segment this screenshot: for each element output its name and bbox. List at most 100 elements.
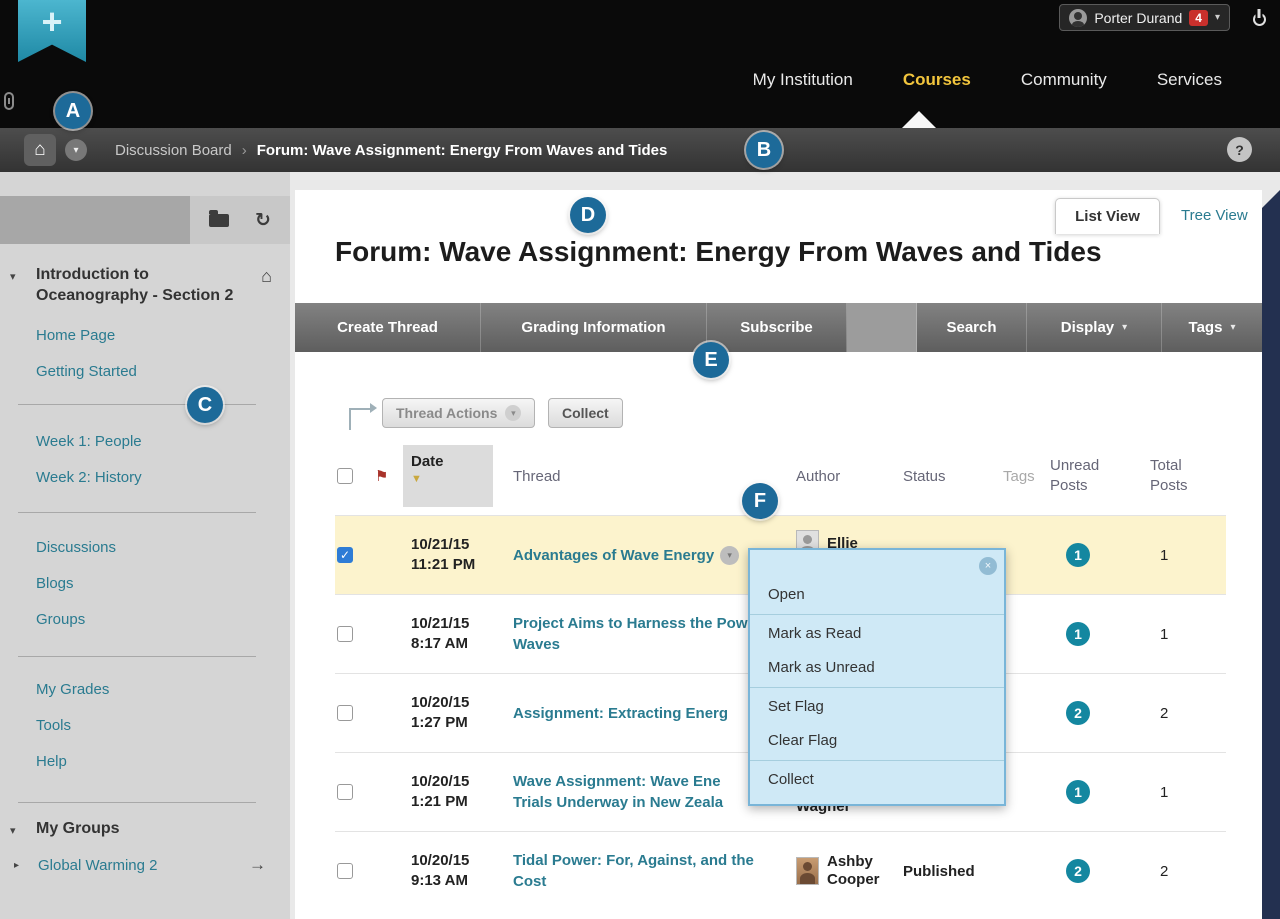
collapse-icon[interactable]: ▾ bbox=[10, 824, 16, 837]
user-menu[interactable]: Porter Durand 4 ▾ bbox=[1059, 4, 1230, 31]
thread-link[interactable]: Assignment: Extracting Energ bbox=[513, 705, 728, 722]
tree-view-tab[interactable]: Tree View bbox=[1181, 207, 1248, 224]
thread-link[interactable]: Tidal Power: For, Against, and the Cost bbox=[513, 852, 754, 890]
group-link-label[interactable]: Global Warming 2 bbox=[38, 857, 158, 874]
row-checkbox[interactable] bbox=[337, 784, 353, 800]
annotation-d: D bbox=[570, 197, 606, 233]
chevron-down-icon: ▾ bbox=[1122, 322, 1127, 333]
row-checkbox[interactable] bbox=[337, 863, 353, 879]
refresh-icon[interactable]: ↻ bbox=[255, 211, 271, 230]
thread-link[interactable]: Project Aims to Harness the Power of Wav… bbox=[513, 615, 780, 653]
total-posts-count: 1 bbox=[1160, 547, 1226, 564]
menu-item-set-flag[interactable]: Set Flag bbox=[750, 690, 1004, 724]
author-column-header[interactable]: Author bbox=[796, 468, 903, 485]
sidebar-item-home-page[interactable]: Home Page bbox=[36, 318, 137, 354]
arrow-right-icon[interactable]: → bbox=[249, 855, 266, 875]
tab-courses[interactable]: Courses bbox=[903, 70, 971, 90]
thread-link[interactable]: Advantages of Wave Energy bbox=[513, 547, 714, 564]
thread-date: 10/20/15 bbox=[411, 772, 503, 792]
sidebar-group-4: My Grades Tools Help bbox=[36, 672, 109, 780]
collect-button[interactable]: Collect bbox=[548, 398, 623, 428]
thread-actions-button[interactable]: Thread Actions ▾ bbox=[382, 398, 535, 428]
sidebar-item-groups[interactable]: Groups bbox=[36, 602, 116, 638]
home-icon: ⌂ bbox=[34, 139, 45, 161]
author-avatar bbox=[796, 857, 819, 885]
thread-date: 10/21/15 bbox=[411, 535, 503, 555]
annotation-e: E bbox=[693, 342, 729, 378]
sidebar-toolbar: ↻ bbox=[190, 196, 290, 244]
blackboard-app: + Porter Durand 4 ▾ My Institution Cours… bbox=[0, 0, 1280, 919]
unread-posts-badge[interactable]: 1 bbox=[1066, 543, 1090, 567]
sidebar-item-global-warming-2[interactable]: ▸ Global Warming 2 → bbox=[0, 850, 290, 884]
unread-posts-badge[interactable]: 2 bbox=[1066, 859, 1090, 883]
sidebar-divider bbox=[18, 512, 256, 513]
row-checkbox[interactable] bbox=[337, 547, 353, 563]
tab-community[interactable]: Community bbox=[1021, 70, 1107, 90]
date-column-header[interactable]: Date ▼ bbox=[403, 445, 493, 507]
thread-column-header[interactable]: Thread bbox=[503, 468, 796, 485]
course-title: Introduction to Oceanography - Section 2 bbox=[36, 264, 236, 306]
row-checkbox[interactable] bbox=[337, 626, 353, 642]
top-nav-tabs: My Institution Courses Community Service… bbox=[753, 70, 1222, 90]
display-dropdown[interactable]: Display ▾ bbox=[1027, 303, 1162, 352]
sidebar-item-tools[interactable]: Tools bbox=[36, 708, 109, 744]
total-posts-column-header[interactable]: Total Posts bbox=[1150, 456, 1226, 496]
menu-item-mark-as-read[interactable]: Mark as Read bbox=[750, 617, 1004, 651]
select-all-elbow-arrow-icon bbox=[349, 408, 371, 430]
total-posts-count: 1 bbox=[1160, 784, 1226, 801]
row-checkbox[interactable] bbox=[337, 705, 353, 721]
thread-link[interactable]: Wave Assignment: Wave Ene bbox=[513, 771, 784, 792]
menu-item-open[interactable]: Open bbox=[750, 578, 1004, 612]
thread-table-header: ⚑ Date ▼ Thread Author Status Tags Unrea… bbox=[335, 437, 1226, 515]
subscribe-button[interactable]: Subscribe bbox=[707, 303, 847, 352]
expand-icon[interactable]: ▸ bbox=[14, 860, 19, 871]
annotation-b: B bbox=[746, 132, 782, 168]
author-name: Ashby Cooper bbox=[827, 853, 903, 889]
create-thread-button[interactable]: Create Thread bbox=[295, 303, 481, 352]
tags-column-header[interactable]: Tags bbox=[1003, 468, 1050, 485]
collect-label: Collect bbox=[562, 405, 609, 421]
sidebar-item-help[interactable]: Help bbox=[36, 744, 109, 780]
select-all-checkbox[interactable] bbox=[337, 468, 353, 484]
logout-button[interactable] bbox=[1248, 8, 1270, 30]
unread-posts-badge[interactable]: 1 bbox=[1066, 780, 1090, 804]
tab-my-institution[interactable]: My Institution bbox=[753, 70, 853, 90]
thread-options-chevron-icon[interactable]: ▾ bbox=[720, 546, 739, 565]
breadcrumb-parent-link[interactable]: Discussion Board bbox=[115, 142, 232, 159]
thread-time: 9:13 AM bbox=[411, 871, 503, 891]
unread-posts-column-header[interactable]: Unread Posts bbox=[1050, 456, 1150, 496]
sidebar-item-week1-people[interactable]: Week 1: People bbox=[36, 424, 142, 460]
sidebar-item-getting-started[interactable]: Getting Started bbox=[36, 354, 137, 390]
grading-information-button[interactable]: Grading Information bbox=[481, 303, 707, 352]
folder-icon[interactable] bbox=[209, 214, 229, 227]
menu-item-mark-as-unread[interactable]: Mark as Unread bbox=[750, 651, 1004, 685]
collapse-icon[interactable]: ▾ bbox=[10, 270, 16, 283]
sidebar-item-my-grades[interactable]: My Grades bbox=[36, 672, 109, 708]
tags-dropdown[interactable]: Tags ▾ bbox=[1162, 303, 1262, 352]
course-home-icon[interactable]: ⌂ bbox=[261, 266, 272, 287]
tab-services[interactable]: Services bbox=[1157, 70, 1222, 90]
status-column-header[interactable]: Status bbox=[903, 468, 1003, 485]
chevron-down-icon: ▾ bbox=[1215, 12, 1220, 23]
menu-item-clear-flag[interactable]: Clear Flag bbox=[750, 724, 1004, 758]
display-label: Display bbox=[1061, 319, 1114, 336]
sidebar-item-week2-history[interactable]: Week 2: History bbox=[36, 460, 142, 496]
menu-divider bbox=[750, 760, 1004, 761]
sidebar-item-discussions[interactable]: Discussions bbox=[36, 530, 116, 566]
flag-column-icon[interactable]: ⚑ bbox=[375, 467, 403, 485]
home-button[interactable]: ⌂ bbox=[24, 134, 56, 166]
thread-status: Published bbox=[903, 863, 1003, 880]
sidebar-item-blogs[interactable]: Blogs bbox=[36, 566, 116, 602]
breadcrumb-separator: › bbox=[242, 142, 247, 159]
list-view-tab[interactable]: List View bbox=[1055, 198, 1160, 234]
close-icon[interactable]: × bbox=[979, 557, 997, 575]
unread-posts-badge[interactable]: 1 bbox=[1066, 622, 1090, 646]
add-module-tab[interactable]: + bbox=[18, 0, 86, 62]
menu-item-collect[interactable]: Collect bbox=[750, 763, 1004, 797]
help-button[interactable]: ? bbox=[1227, 137, 1252, 162]
active-tab-pointer bbox=[902, 111, 936, 128]
breadcrumb-expand-button[interactable]: ▾ bbox=[65, 139, 87, 161]
search-button[interactable]: Search bbox=[917, 303, 1027, 352]
unread-posts-badge[interactable]: 2 bbox=[1066, 701, 1090, 725]
thread-link-line2[interactable]: Trials Underway in New Zeala bbox=[513, 792, 784, 813]
